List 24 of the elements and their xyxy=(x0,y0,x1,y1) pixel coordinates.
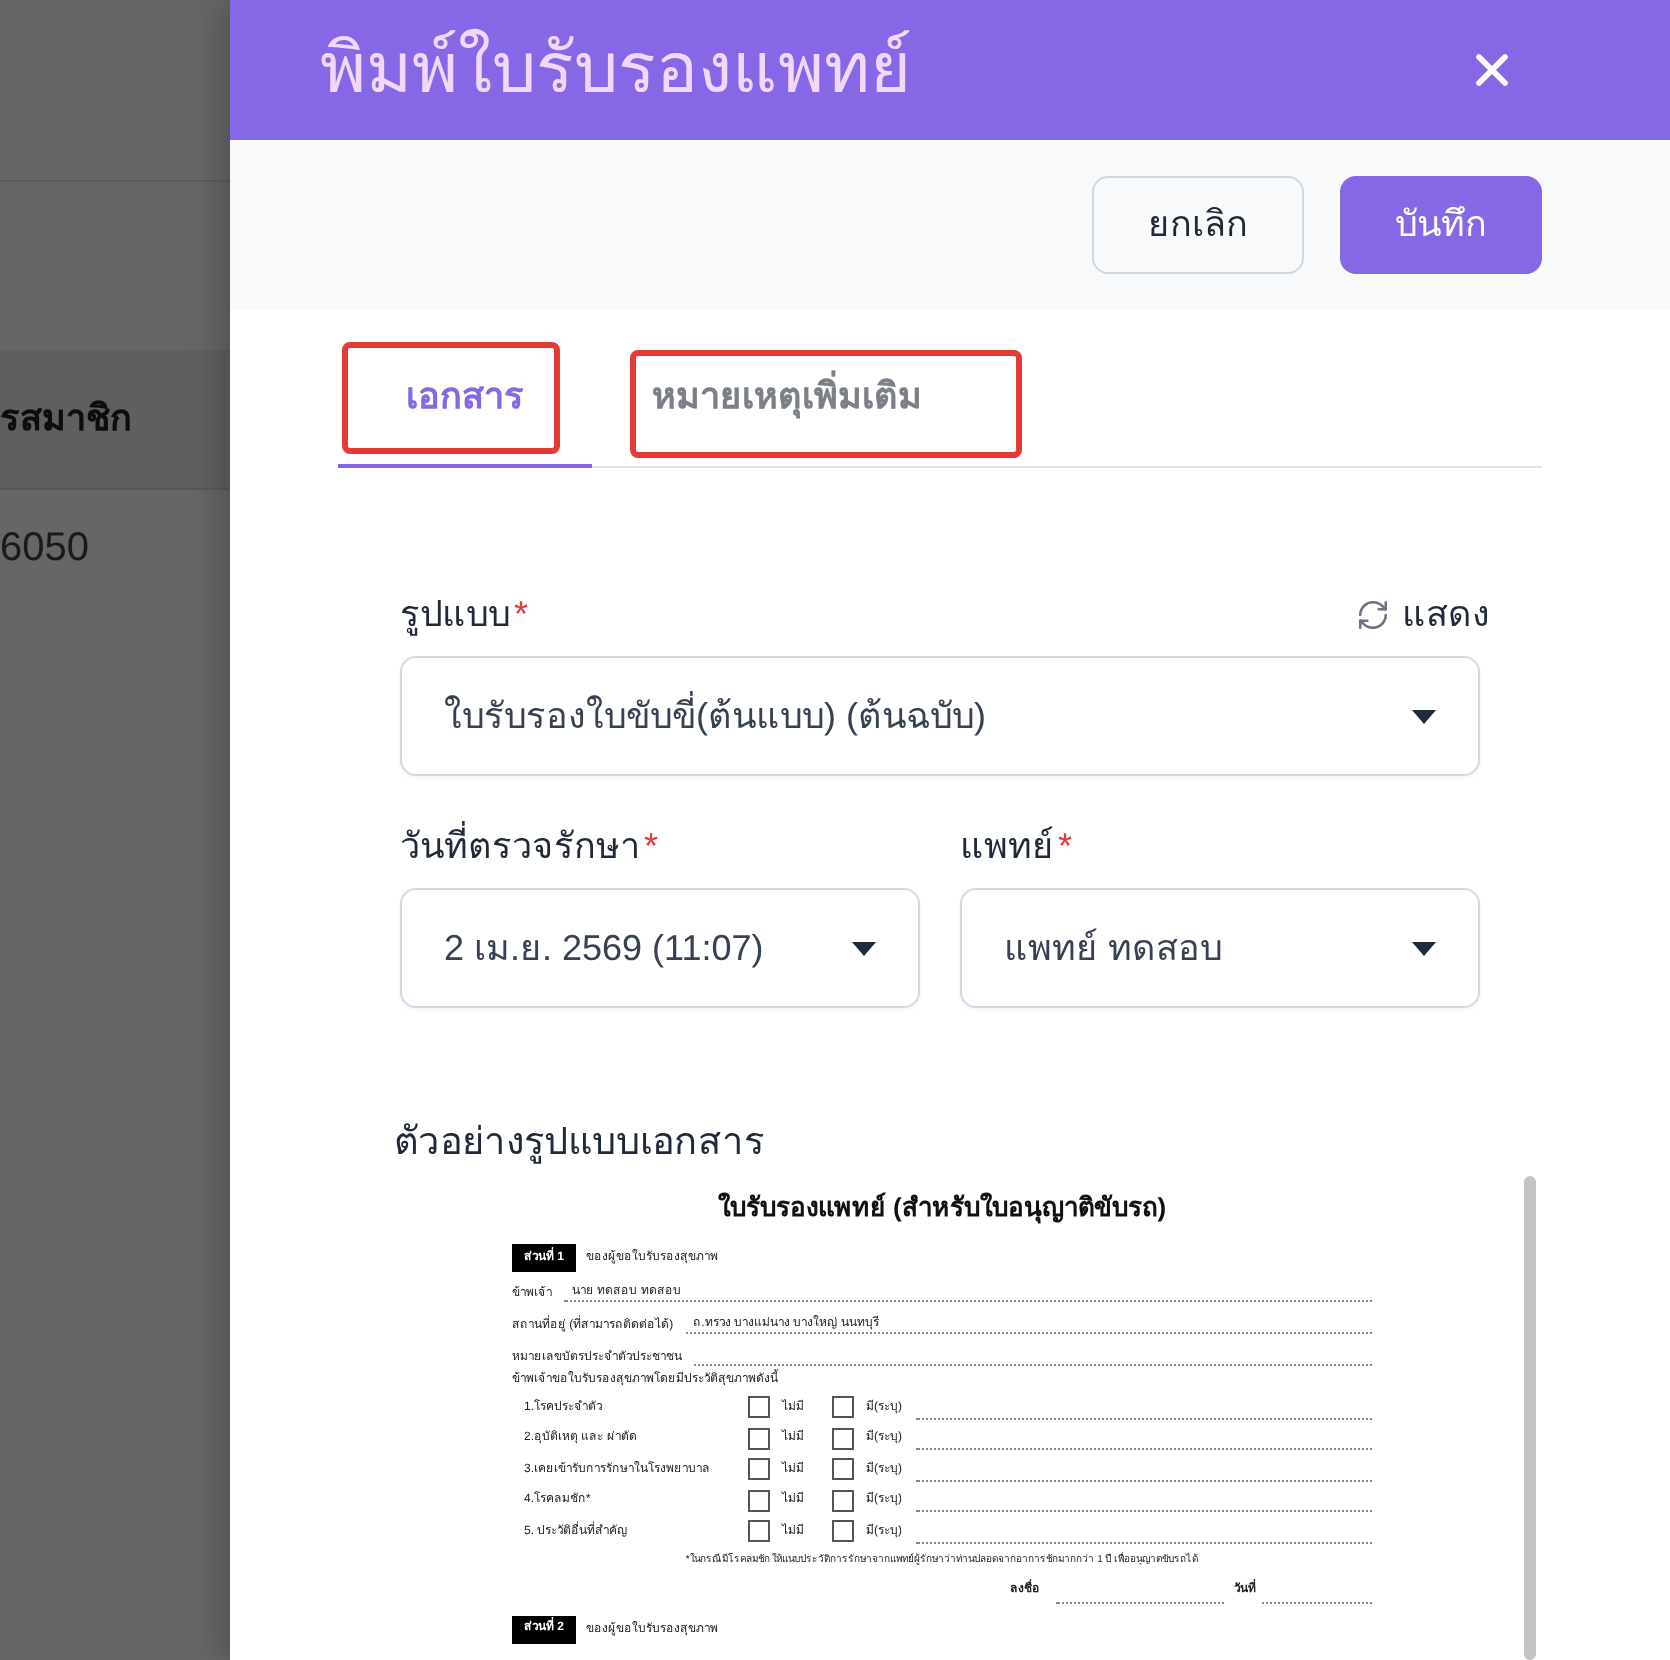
refresh-button[interactable]: แสดง xyxy=(1356,587,1490,641)
select-field[interactable]: 2 เม.ย. 2569 (11:07) xyxy=(400,888,920,1008)
section-title: ตัวอย่างรูปแบบเอกสาร xyxy=(394,1119,764,1168)
field-label: รูปแบบ xyxy=(400,592,510,640)
dialog-title: พิมพ์ใบรับรองแพทย์ xyxy=(320,26,912,112)
refresh-icon xyxy=(1356,597,1390,631)
tab[interactable]: หมายเหตุเพิ่มเติม xyxy=(592,340,1024,468)
field-label: แพทย์ xyxy=(960,824,1054,870)
scrollbar[interactable] xyxy=(1524,1176,1536,1660)
select-field[interactable]: ใบรับรองใบขับขี่(ต้นแบบ) (ต้นฉบับ) xyxy=(400,656,1480,776)
document-title: ใบรับรองแพทย์ (สำหรับใบอนุญาติขับรถ) xyxy=(717,1190,1167,1226)
caret-down-icon xyxy=(852,941,876,955)
select-field[interactable]: แพทย์ ทดสอบ xyxy=(960,888,1480,1008)
table-cell-text: 6050 xyxy=(0,524,89,574)
required-mark: * xyxy=(1058,824,1073,870)
caret-down-icon xyxy=(1412,941,1436,955)
required-mark: * xyxy=(514,592,529,638)
column-header: รสมาชิก xyxy=(0,396,132,442)
tab[interactable]: เอกสาร xyxy=(338,340,592,468)
field-label: วันที่ตรวจรักษา xyxy=(400,820,640,872)
caret-down-icon xyxy=(1412,709,1436,723)
cancel-button[interactable]: ยกเลิก xyxy=(1092,176,1304,274)
required-mark: * xyxy=(644,824,659,870)
save-button[interactable]: บันทึก xyxy=(1340,176,1542,274)
